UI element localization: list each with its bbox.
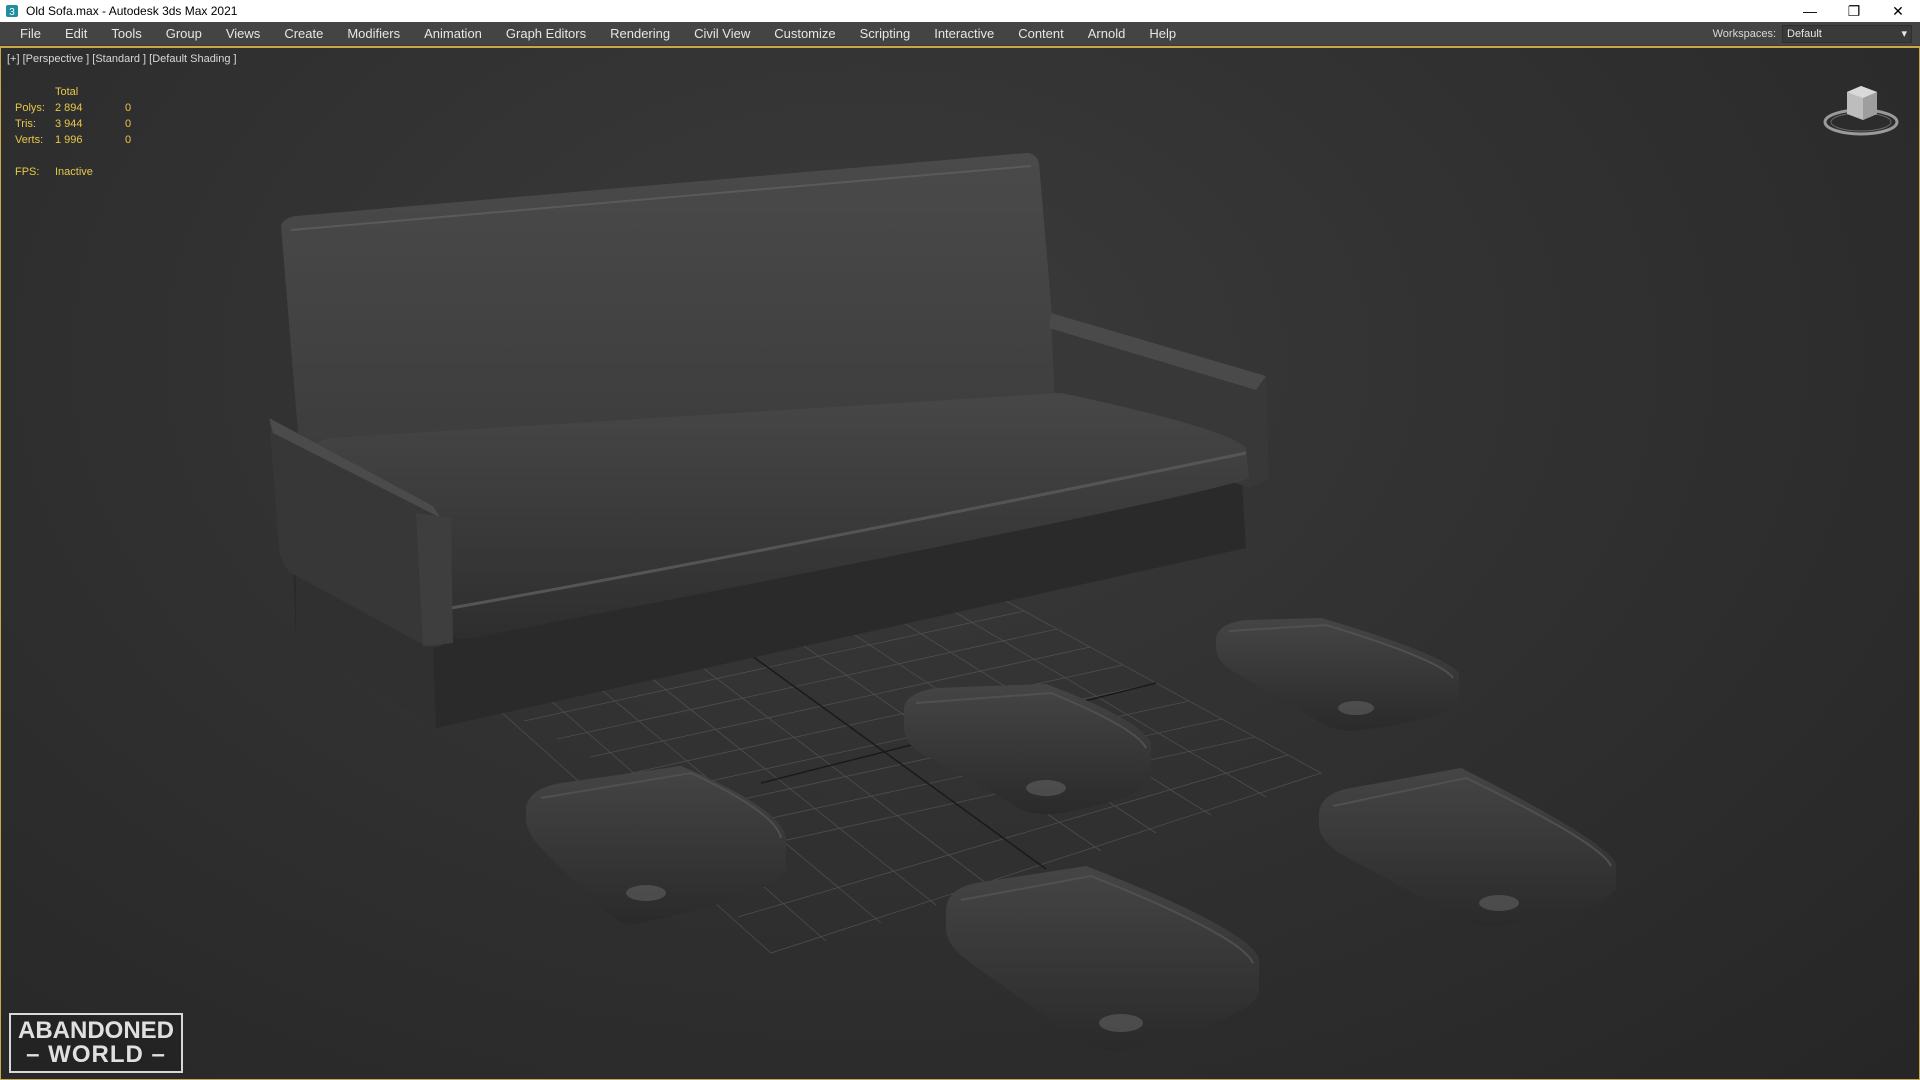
minimize-button[interactable]: — <box>1788 0 1832 22</box>
viewcube-icon[interactable] <box>1823 78 1899 143</box>
abandoned-world-logo: ABANDONED – WORLD – <box>9 1013 183 1073</box>
workspaces-control: Workspaces: Default ▾ <box>1712 24 1920 43</box>
perspective-viewport[interactable]: [+] [Perspective ] [Standard ] [Default … <box>0 48 1920 1080</box>
menu-arnold[interactable]: Arnold <box>1076 22 1138 46</box>
restore-button[interactable]: ❐ <box>1832 0 1876 22</box>
seat-cushion-1 <box>526 766 786 924</box>
menu-views[interactable]: Views <box>214 22 272 46</box>
seat-cushion-4 <box>1319 768 1616 927</box>
svg-text:3: 3 <box>9 7 15 18</box>
workspaces-label: Workspaces: <box>1712 27 1776 40</box>
menu-tools[interactable]: Tools <box>99 22 153 46</box>
watermark-line-1: ABANDONED <box>18 1017 174 1044</box>
sofa-model <box>269 153 1269 728</box>
seat-cushion-5 <box>946 866 1259 1051</box>
title-bar: 3 Old Sofa.max - Autodesk 3ds Max 2021 —… <box>0 0 1920 22</box>
workspaces-value: Default <box>1787 27 1822 40</box>
chevron-down-icon: ▾ <box>1901 28 1907 40</box>
menu-customize[interactable]: Customize <box>762 22 847 46</box>
menu-content[interactable]: Content <box>1006 22 1076 46</box>
window-title: Old Sofa.max - Autodesk 3ds Max 2021 <box>26 4 238 18</box>
menu-group[interactable]: Group <box>154 22 214 46</box>
menu-bar: File Edit Tools Group Views Create Modif… <box>0 22 1920 46</box>
menu-edit[interactable]: Edit <box>53 22 99 46</box>
seat-cushion-2 <box>904 684 1151 815</box>
menu-graph-editors[interactable]: Graph Editors <box>494 22 598 46</box>
menu-scripting[interactable]: Scripting <box>848 22 923 46</box>
watermark-line-2: – WORLD – <box>26 1041 166 1068</box>
3dsmax-app-icon: 3 <box>4 3 20 19</box>
watermark-line-2-text: WORLD <box>48 1041 144 1068</box>
menu-animation[interactable]: Animation <box>412 22 494 46</box>
menu-civil-view[interactable]: Civil View <box>682 22 762 46</box>
workspaces-dropdown[interactable]: Default ▾ <box>1782 24 1912 43</box>
menu-file[interactable]: File <box>8 22 53 46</box>
scene-render[interactable] <box>1 48 1920 1080</box>
close-button[interactable]: ✕ <box>1876 0 1920 22</box>
menu-help[interactable]: Help <box>1137 22 1188 46</box>
menu-rendering[interactable]: Rendering <box>598 22 682 46</box>
menu-interactive[interactable]: Interactive <box>922 22 1006 46</box>
menu-create[interactable]: Create <box>272 22 335 46</box>
menu-modifiers[interactable]: Modifiers <box>335 22 412 46</box>
seat-cushion-3 <box>1216 618 1459 731</box>
